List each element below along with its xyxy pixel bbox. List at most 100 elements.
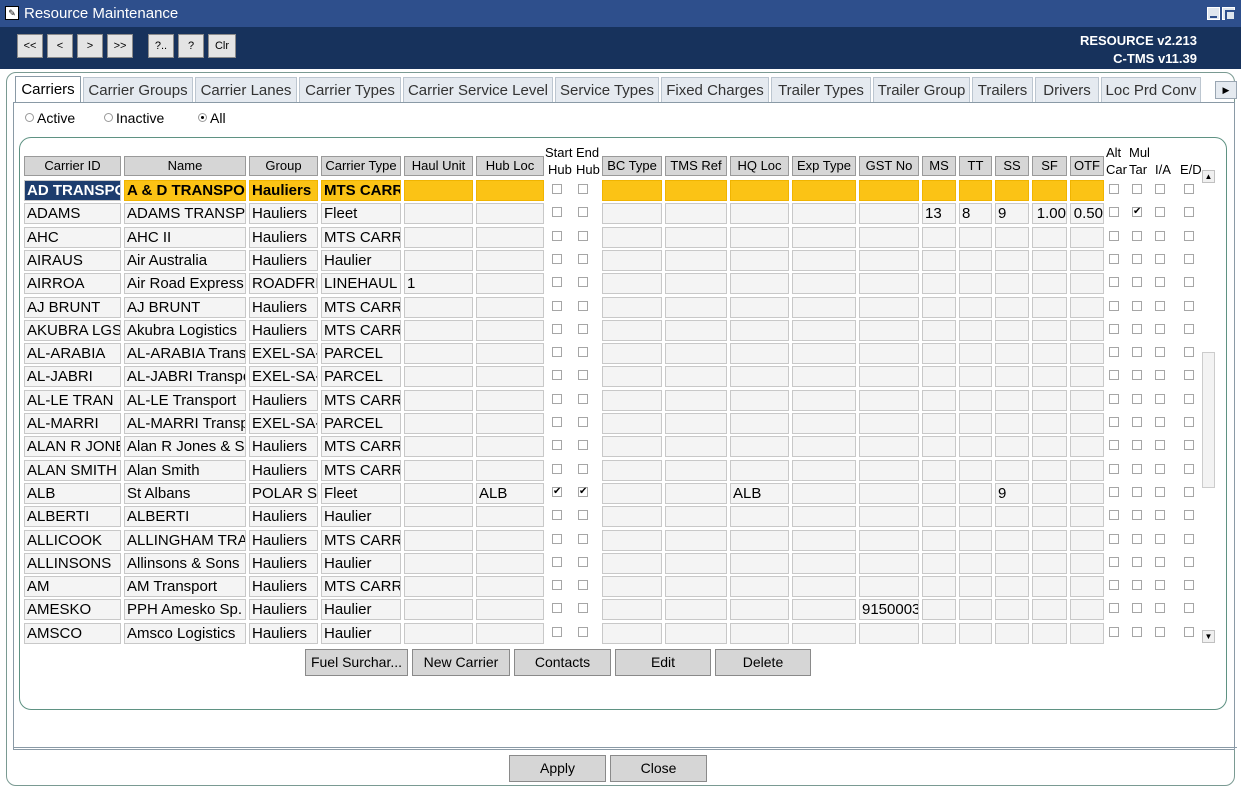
cell-carrier-id[interactable]: ADAMS [24, 203, 121, 225]
ia-checkbox[interactable] [1155, 580, 1165, 591]
col-sf[interactable]: SF [1032, 156, 1067, 176]
cell-haul-unit[interactable] [404, 482, 473, 504]
mul-tar-checkbox[interactable] [1132, 603, 1142, 614]
cell-exp-type[interactable] [792, 203, 856, 225]
radio-inactive[interactable]: Inactive [104, 110, 164, 126]
cell-gst-no[interactable] [859, 506, 919, 528]
scroll-up-icon[interactable]: ▲ [1202, 170, 1215, 183]
cell-hq-loc[interactable] [730, 389, 789, 411]
cell-name[interactable]: AM Transport [124, 576, 246, 598]
cell-tt[interactable]: 8 [959, 203, 992, 225]
cell-tms-ref[interactable] [665, 180, 727, 201]
cell-tms-ref[interactable] [665, 366, 727, 388]
col-bc-type[interactable]: BC Type [602, 156, 662, 176]
alt-car-checkbox[interactable] [1109, 580, 1119, 591]
cell-ms[interactable] [922, 180, 956, 201]
ed-checkbox[interactable] [1184, 393, 1194, 404]
cell-exp-type[interactable] [792, 529, 856, 551]
col-ss[interactable]: SS [995, 156, 1029, 176]
cell-tms-ref[interactable] [665, 413, 727, 434]
start-hub-checkbox[interactable] [552, 207, 562, 218]
close-button[interactable]: Close [610, 755, 707, 782]
cell-carrier-id[interactable]: AL-JABRI [24, 366, 121, 388]
cell-ms[interactable] [922, 622, 956, 644]
ia-checkbox[interactable] [1155, 230, 1165, 241]
cell-carrier-type[interactable]: MTS CARRI [321, 576, 401, 598]
cell-ss[interactable] [995, 226, 1029, 248]
cell-bc-type[interactable] [602, 599, 662, 621]
delete-button[interactable]: Delete [715, 649, 811, 676]
cell-carrier-type[interactable]: MTS CARRI [321, 296, 401, 318]
end-hub-checkbox[interactable] [578, 300, 588, 311]
end-hub-checkbox[interactable] [578, 510, 588, 521]
start-hub-checkbox[interactable] [552, 533, 562, 544]
cell-haul-unit[interactable] [404, 552, 473, 574]
end-hub-checkbox[interactable] [578, 347, 588, 358]
cell-otf[interactable] [1070, 226, 1104, 248]
cell-carrier-id[interactable]: ALLINSONS [24, 552, 121, 574]
cell-haul-unit[interactable] [404, 249, 473, 271]
cell-ss[interactable]: 9 [995, 203, 1029, 225]
cell-exp-type[interactable] [792, 413, 856, 434]
cell-tms-ref[interactable] [665, 226, 727, 248]
mul-tar-checkbox[interactable] [1132, 580, 1142, 591]
edit-button[interactable]: Edit [615, 649, 711, 676]
cell-gst-no[interactable] [859, 366, 919, 388]
cell-exp-type[interactable] [792, 459, 856, 481]
cell-hub-loc[interactable] [476, 319, 544, 341]
cell-gst-no[interactable] [859, 552, 919, 574]
cell-hub-loc[interactable] [476, 389, 544, 411]
cell-bc-type[interactable] [602, 343, 662, 365]
cell-carrier-id[interactable]: AJ BRUNT [24, 296, 121, 318]
start-hub-checkbox[interactable] [552, 393, 562, 404]
cell-hub-loc[interactable] [476, 366, 544, 388]
cell-gst-no[interactable] [859, 622, 919, 644]
cell-name[interactable]: ALBERTI [124, 506, 246, 528]
cell-exp-type[interactable] [792, 343, 856, 365]
mul-tar-checkbox[interactable] [1132, 370, 1142, 381]
alt-car-checkbox[interactable] [1109, 556, 1119, 567]
cell-sf[interactable] [1032, 273, 1067, 295]
ia-checkbox[interactable] [1155, 533, 1165, 544]
mul-tar-checkbox[interactable] [1132, 417, 1142, 427]
cell-bc-type[interactable] [602, 319, 662, 341]
cell-carrier-type[interactable]: LINEHAUL [321, 273, 401, 295]
cell-carrier-type[interactable]: Haulier [321, 622, 401, 644]
cell-otf[interactable] [1070, 599, 1104, 621]
clear-button[interactable]: Clr [208, 34, 236, 58]
tab-trailer-group[interactable]: Trailer Group [873, 77, 970, 103]
mul-tar-checkbox[interactable] [1132, 533, 1142, 544]
cell-name[interactable]: ADAMS TRANSPO [124, 203, 246, 225]
mul-tar-checkbox[interactable] [1132, 440, 1142, 451]
cell-tt[interactable] [959, 296, 992, 318]
cell-ss[interactable] [995, 506, 1029, 528]
alt-car-checkbox[interactable] [1109, 184, 1119, 194]
cell-hub-loc[interactable] [476, 343, 544, 365]
cell-exp-type[interactable] [792, 226, 856, 248]
cell-group[interactable]: Hauliers [249, 459, 318, 481]
cell-name[interactable]: Allinsons & Sons [124, 552, 246, 574]
alt-car-checkbox[interactable] [1109, 393, 1119, 404]
alt-car-checkbox[interactable] [1109, 533, 1119, 544]
cell-group[interactable]: Hauliers [249, 599, 318, 621]
cell-ss[interactable] [995, 343, 1029, 365]
cell-haul-unit[interactable] [404, 459, 473, 481]
scroll-thumb[interactable] [1202, 352, 1215, 488]
contacts-button[interactable]: Contacts [514, 649, 611, 676]
cell-ss[interactable] [995, 180, 1029, 201]
cell-carrier-id[interactable]: AHC [24, 226, 121, 248]
cell-ss[interactable] [995, 436, 1029, 458]
cell-tms-ref[interactable] [665, 599, 727, 621]
alt-car-checkbox[interactable] [1109, 300, 1119, 311]
cell-otf[interactable] [1070, 273, 1104, 295]
cell-hq-loc[interactable]: ALB [730, 482, 789, 504]
cell-ss[interactable] [995, 576, 1029, 598]
cell-haul-unit[interactable] [404, 296, 473, 318]
cell-ms[interactable] [922, 576, 956, 598]
cell-hq-loc[interactable] [730, 203, 789, 225]
cell-otf[interactable] [1070, 436, 1104, 458]
cell-hq-loc[interactable] [730, 319, 789, 341]
cell-group[interactable]: Hauliers [249, 180, 318, 201]
alt-car-checkbox[interactable] [1109, 486, 1119, 497]
ed-checkbox[interactable] [1184, 323, 1194, 334]
